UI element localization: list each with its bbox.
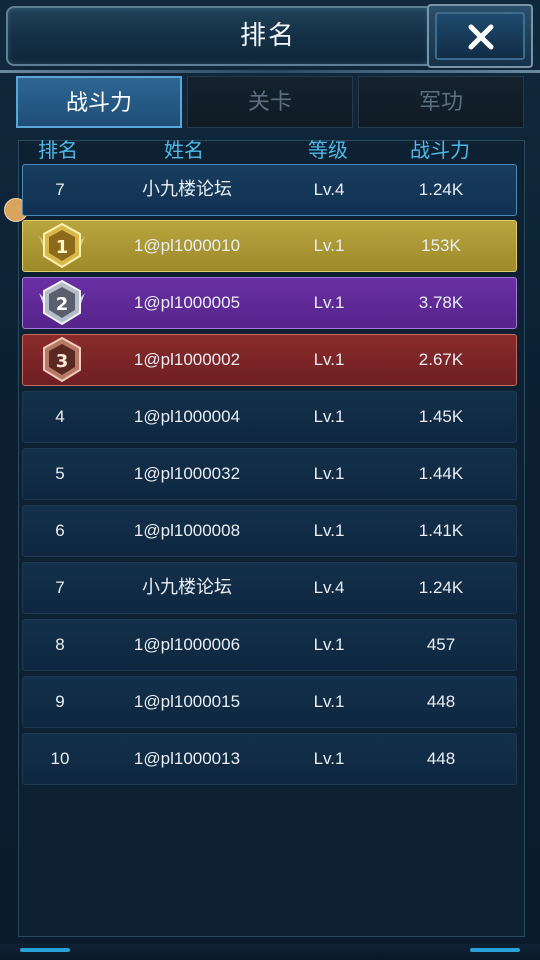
bottom-frame-decoration	[0, 944, 540, 960]
rank-number: 6	[55, 521, 65, 540]
leaderboard-window: 排名 战斗力 关卡 军功 排名 姓名 等级 战斗力 7 小九楼论坛 Lv.4 1…	[0, 0, 540, 960]
player-power: 1.24K	[418, 180, 464, 199]
tab-combat-power[interactable]: 战斗力	[16, 76, 182, 128]
player-level: Lv.1	[313, 521, 345, 540]
table-row[interactable]: 1 1@pl1000010 Lv.1 153K	[22, 220, 517, 272]
my-rank-row[interactable]: 7 小九楼论坛 Lv.4 1.24K	[22, 164, 517, 216]
header-rank: 排名	[38, 138, 78, 162]
player-name: 1@pl1000004	[133, 407, 241, 426]
table-row[interactable]: 4 1@pl1000004 Lv.1 1.45K	[22, 391, 517, 443]
player-power: 2.67K	[418, 350, 464, 369]
silver-medal-icon: 2	[39, 279, 85, 326]
table-row[interactable]: 9 1@pl1000015 Lv.1 448	[22, 676, 517, 728]
header-name: 姓名	[164, 138, 204, 162]
player-power: 1.24K	[418, 578, 464, 597]
rank-number: 4	[55, 407, 65, 426]
player-power: 3.78K	[418, 293, 464, 312]
player-name: 1@pl1000032	[133, 464, 241, 483]
rank-number: 10	[50, 749, 70, 768]
svg-text:2: 2	[56, 294, 69, 315]
bottom-left-light	[20, 948, 70, 952]
player-name: 1@pl1000010	[133, 236, 241, 255]
player-level: Lv.1	[313, 464, 345, 483]
player-level: Lv.1	[313, 749, 345, 768]
bottom-right-light	[470, 948, 520, 952]
table-row[interactable]: 7 小九楼论坛 Lv.4 1.24K	[22, 562, 517, 614]
player-level: Lv.1	[313, 407, 345, 426]
column-headers: 排名 姓名 等级 战斗力	[18, 136, 523, 164]
player-name: 1@pl1000013	[133, 749, 241, 768]
table-row[interactable]: 3 1@pl1000002 Lv.1 2.67K	[22, 334, 517, 386]
player-name: 小九楼论坛	[142, 577, 232, 598]
table-row[interactable]: 2 1@pl1000005 Lv.1 3.78K	[22, 277, 517, 329]
player-power: 153K	[421, 236, 461, 255]
table-row[interactable]: 8 1@pl1000006 Lv.1 457	[22, 619, 517, 671]
player-power: 448	[426, 749, 456, 768]
tab-merit[interactable]: 军功	[358, 76, 524, 128]
player-name: 1@pl1000015	[133, 692, 241, 711]
gold-medal-icon: 1	[39, 222, 85, 269]
table-row[interactable]: 6 1@pl1000008 Lv.1 1.41K	[22, 505, 517, 557]
table-row[interactable]: 5 1@pl1000032 Lv.1 1.44K	[22, 448, 517, 500]
title-divider	[0, 70, 540, 73]
player-name: 小九楼论坛	[142, 179, 232, 200]
player-name: 1@pl1000002	[133, 350, 241, 369]
player-power: 1.45K	[418, 407, 464, 426]
rank-number: 9	[55, 692, 65, 711]
player-level: Lv.1	[313, 350, 345, 369]
player-name: 1@pl1000008	[133, 521, 241, 540]
rank-number: 7	[55, 180, 65, 199]
player-name: 1@pl1000005	[133, 293, 241, 312]
player-level: Lv.1	[313, 692, 345, 711]
header-power: 战斗力	[410, 138, 470, 162]
player-power: 448	[426, 692, 456, 711]
tab-stage[interactable]: 关卡	[187, 76, 353, 128]
svg-text:3: 3	[56, 351, 69, 372]
player-power: 1.41K	[418, 521, 464, 540]
player-level: Lv.4	[313, 180, 345, 199]
ranking-tabs: 战斗力 关卡 军功	[16, 76, 524, 128]
svg-text:1: 1	[56, 237, 69, 258]
player-level: Lv.1	[313, 236, 345, 255]
bronze-medal-icon: 3	[43, 336, 81, 383]
rank-number: 7	[55, 578, 65, 597]
player-level: Lv.1	[313, 635, 345, 654]
table-row[interactable]: 10 1@pl1000013 Lv.1 448	[22, 733, 517, 785]
player-power: 457	[426, 635, 456, 654]
rank-number: 5	[55, 464, 65, 483]
rank-number: 8	[55, 635, 65, 654]
player-name: 1@pl1000006	[133, 635, 241, 654]
close-button[interactable]	[427, 4, 533, 68]
close-x-icon	[468, 24, 494, 50]
header-level: 等级	[308, 138, 348, 162]
player-level: Lv.4	[313, 578, 345, 597]
player-level: Lv.1	[313, 293, 345, 312]
player-power: 1.44K	[418, 464, 464, 483]
